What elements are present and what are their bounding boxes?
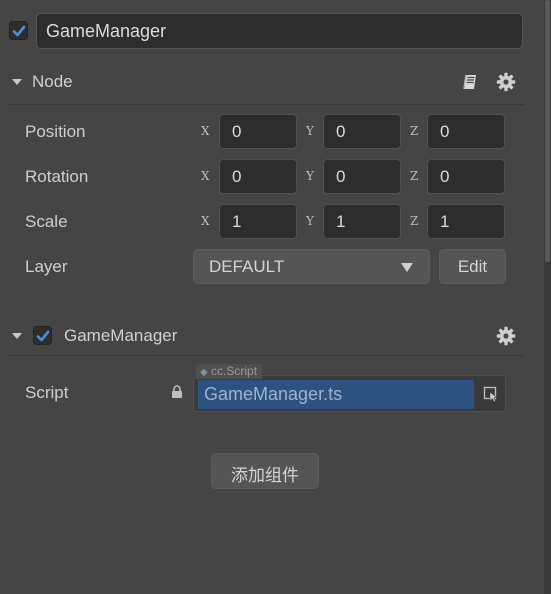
rotation-y-input[interactable]: 0 — [323, 159, 401, 194]
node-active-checkbox[interactable] — [9, 21, 28, 40]
position-z-input[interactable]: 0 — [427, 114, 505, 149]
rotation-y-axis-label: Y — [306, 169, 314, 183]
component-title[interactable]: GameManager — [64, 326, 177, 346]
layer-dropdown[interactable]: DEFAULT — [193, 249, 430, 284]
inspector-panel: GameManager Node Position X 0 Y 0 Z 0 Ro… — [0, 0, 544, 594]
script-asset-value[interactable]: GameManager.ts — [198, 380, 474, 409]
rotation-x-input[interactable]: 0 — [219, 159, 297, 194]
node-section-title[interactable]: Node — [32, 72, 73, 92]
scale-x-axis-label: X — [201, 214, 210, 228]
add-component-button[interactable]: 添加组件 — [211, 453, 319, 489]
scale-label: Scale — [25, 212, 68, 231]
layer-selected-value: DEFAULT — [209, 257, 285, 276]
script-label: Script — [25, 383, 69, 402]
position-label: Position — [25, 122, 86, 141]
position-x-input[interactable]: 0 — [219, 114, 297, 149]
lock-icon — [172, 385, 182, 398]
position-y-input[interactable]: 0 — [323, 114, 401, 149]
vertical-scrollbar[interactable] — [544, 0, 551, 594]
check-icon — [36, 330, 50, 342]
scale-x-input[interactable]: 1 — [219, 204, 297, 239]
position-z-axis-label: Z — [410, 124, 419, 138]
scale-y-axis-label: Y — [306, 214, 314, 228]
rotation-x-axis-label: X — [201, 169, 210, 183]
position-x-axis-label: X — [201, 124, 210, 138]
script-type-tag: ◆ cc.Script — [196, 364, 263, 379]
position-y-axis-label: Y — [306, 124, 314, 138]
layer-edit-button[interactable]: Edit — [439, 249, 506, 284]
scrollbar-thumb[interactable] — [545, 0, 550, 262]
layer-label: Layer — [25, 257, 68, 276]
component-enabled-checkbox[interactable] — [33, 326, 52, 345]
book-icon[interactable] — [461, 72, 481, 92]
locate-asset-icon[interactable] — [483, 386, 499, 402]
rotation-z-axis-label: Z — [410, 169, 419, 183]
scale-y-input[interactable]: 1 — [323, 204, 401, 239]
dropdown-arrow-icon — [401, 263, 413, 272]
diamond-icon: ◆ — [200, 367, 208, 378]
script-type-label: cc.Script — [211, 364, 258, 378]
check-icon — [12, 25, 26, 37]
gear-icon[interactable] — [496, 326, 516, 346]
node-name-input[interactable]: GameManager — [36, 13, 523, 49]
section-divider — [8, 104, 524, 105]
caret-down-icon[interactable] — [12, 333, 22, 339]
caret-down-icon[interactable] — [12, 79, 22, 85]
gear-icon[interactable] — [496, 72, 516, 92]
rotation-z-input[interactable]: 0 — [427, 159, 505, 194]
scale-z-input[interactable]: 1 — [427, 204, 505, 239]
scale-z-axis-label: Z — [410, 214, 419, 228]
section-divider — [8, 355, 524, 356]
rotation-label: Rotation — [25, 167, 89, 186]
